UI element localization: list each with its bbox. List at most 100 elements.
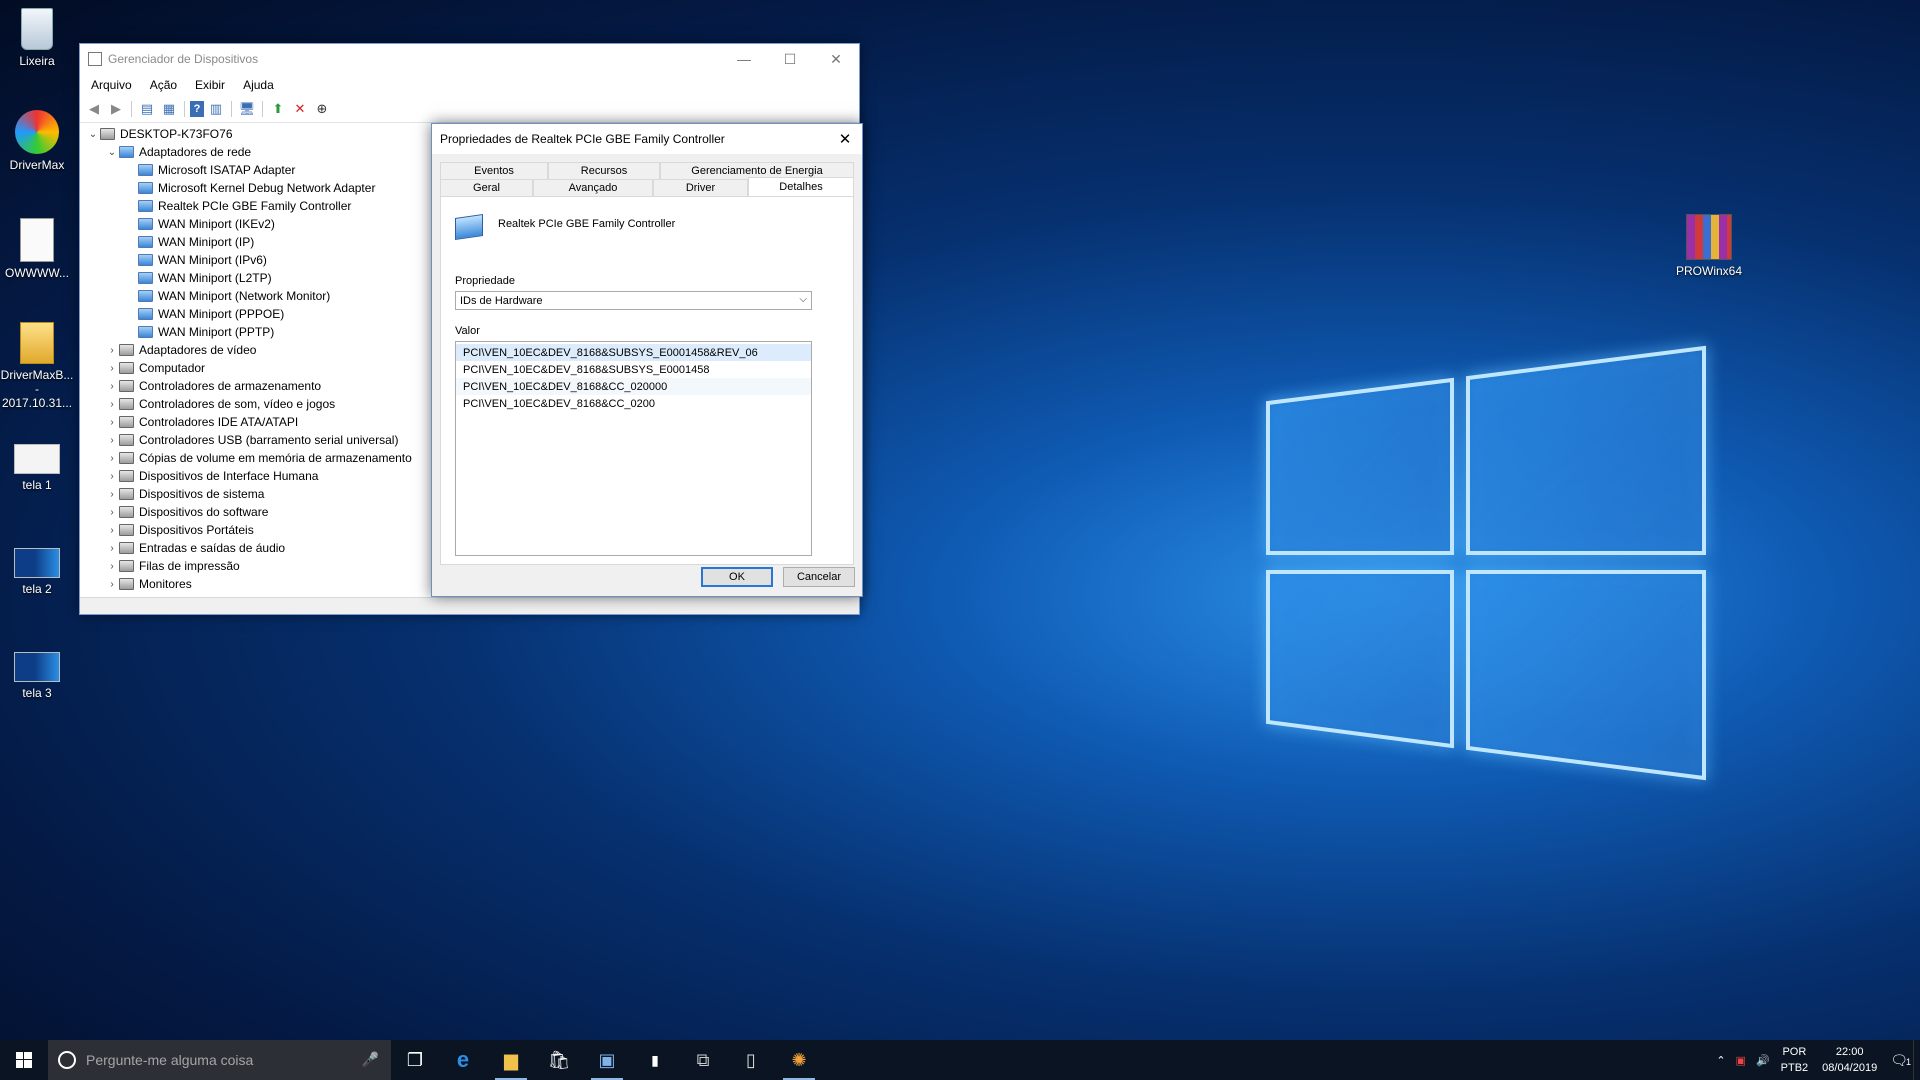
chevron-right-icon[interactable]: › bbox=[105, 435, 119, 446]
device-category-icon bbox=[119, 578, 134, 590]
command-prompt-icon[interactable]: ▮ bbox=[631, 1040, 679, 1080]
update-driver-icon[interactable]: ⬆ bbox=[268, 99, 288, 119]
status-bar bbox=[80, 597, 859, 614]
desktop-icon-drivermax-backup[interactable]: DriverMaxB... - 2017.10.31... bbox=[0, 322, 74, 410]
device-category-icon bbox=[119, 470, 134, 482]
action-pane-icon[interactable]: ▥ bbox=[206, 99, 226, 119]
document-icon bbox=[20, 218, 54, 262]
clock[interactable]: 22:00 08/04/2019 bbox=[1814, 1044, 1885, 1076]
network-adapter-icon bbox=[138, 164, 153, 176]
chevron-right-icon[interactable]: › bbox=[105, 399, 119, 410]
network-app-icon[interactable]: ⧉ bbox=[679, 1040, 727, 1080]
device-category-icon bbox=[119, 416, 134, 428]
image-icon bbox=[14, 548, 60, 578]
menu-arquivo[interactable]: Arquivo bbox=[82, 78, 141, 92]
chevron-right-icon[interactable]: › bbox=[105, 525, 119, 536]
network-adapter-icon bbox=[119, 146, 134, 158]
tab-recursos[interactable]: Recursos bbox=[548, 162, 660, 179]
maximize-button[interactable]: ☐ bbox=[767, 44, 813, 74]
value-label: Valor bbox=[455, 325, 480, 337]
menu-acao[interactable]: Ação bbox=[141, 78, 186, 92]
network-error-icon[interactable]: ▣ bbox=[1731, 1054, 1751, 1067]
network-adapter-icon bbox=[138, 218, 153, 230]
desktop-icon-recycle-bin[interactable]: Lixeira bbox=[0, 8, 74, 68]
chevron-right-icon[interactable]: › bbox=[105, 507, 119, 518]
property-label: Propriedade bbox=[455, 275, 515, 287]
chevron-right-icon[interactable]: › bbox=[105, 381, 119, 392]
desktop-icon-prowinx64[interactable]: PROWinx64 bbox=[1672, 214, 1746, 278]
task-view-icon[interactable]: ❐ bbox=[391, 1040, 439, 1080]
desktop-icon-tela-1[interactable]: tela 1 bbox=[0, 438, 74, 492]
recycle-bin-icon bbox=[21, 8, 53, 50]
start-button[interactable] bbox=[0, 1040, 48, 1080]
chevron-right-icon[interactable]: › bbox=[105, 489, 119, 500]
minimize-button[interactable]: — bbox=[721, 44, 767, 74]
help-icon[interactable]: ? bbox=[190, 101, 204, 117]
microphone-icon[interactable]: 🎤 bbox=[362, 1051, 379, 1068]
ok-button[interactable]: OK bbox=[701, 567, 773, 587]
tab-avancado[interactable]: Avançado bbox=[533, 179, 653, 196]
chevron-right-icon[interactable]: › bbox=[105, 363, 119, 374]
close-button[interactable]: ✕ bbox=[813, 44, 859, 74]
language-indicator[interactable]: POR PTB2 bbox=[1775, 1044, 1815, 1076]
tab-detalhes[interactable]: Detalhes bbox=[748, 177, 854, 196]
clock-date: 08/04/2019 bbox=[1822, 1062, 1878, 1074]
edge-browser-icon[interactable]: e bbox=[439, 1040, 487, 1080]
toolbar: ◀ ▶ ▤ ▦ ? ▥ 🖥 ⬆ ✕ ⊕ bbox=[80, 96, 859, 123]
chevron-down-icon[interactable]: ⌄ bbox=[86, 129, 100, 140]
device-manager-app-icon bbox=[88, 52, 102, 66]
device-category-icon bbox=[119, 524, 134, 536]
chevron-right-icon[interactable]: › bbox=[105, 543, 119, 554]
chevron-up-icon[interactable]: ⌃ bbox=[1711, 1054, 1730, 1067]
cancel-button[interactable]: Cancelar bbox=[783, 567, 855, 587]
properties-icon[interactable]: ▦ bbox=[159, 99, 179, 119]
chevron-right-icon[interactable]: › bbox=[105, 579, 119, 590]
search-box[interactable]: Pergunte-me alguma coisa 🎤 bbox=[48, 1040, 391, 1080]
device-category-icon bbox=[119, 434, 134, 446]
device-manager-taskbar-icon[interactable]: ▣ bbox=[583, 1040, 631, 1080]
menu-ajuda[interactable]: Ajuda bbox=[234, 78, 283, 92]
chevron-down-icon[interactable]: ⌄ bbox=[105, 147, 119, 158]
desktop-icon-tela-3[interactable]: tela 3 bbox=[0, 646, 74, 700]
back-arrow-icon[interactable]: ◀ bbox=[84, 99, 104, 119]
installer-icon[interactable]: ▯ bbox=[727, 1040, 775, 1080]
property-select[interactable]: IDs de Hardware ⌵ bbox=[455, 291, 812, 310]
chevron-right-icon[interactable]: › bbox=[105, 453, 119, 464]
value-list[interactable]: PCI\VEN_10EC&DEV_8168&SUBSYS_E0001458&RE… bbox=[455, 341, 812, 556]
show-desktop-button[interactable] bbox=[1913, 1040, 1920, 1080]
value-item[interactable]: PCI\VEN_10EC&DEV_8168&SUBSYS_E0001458&RE… bbox=[456, 344, 811, 361]
chevron-right-icon[interactable]: › bbox=[105, 345, 119, 356]
uninstall-device-icon[interactable]: ✕ bbox=[290, 99, 310, 119]
value-item[interactable]: PCI\VEN_10EC&DEV_8168&SUBSYS_E0001458 bbox=[456, 361, 811, 378]
device-category-icon bbox=[119, 380, 134, 392]
scan-hardware-icon[interactable]: 🖥 bbox=[237, 99, 257, 119]
value-item[interactable]: PCI\VEN_10EC&DEV_8168&CC_0200 bbox=[456, 395, 811, 412]
dialog-close-button[interactable]: ✕ bbox=[828, 124, 862, 154]
desktop-icon-tela-2[interactable]: tela 2 bbox=[0, 542, 74, 596]
tab-geral[interactable]: Geral bbox=[440, 179, 533, 196]
cortana-icon bbox=[58, 1051, 76, 1069]
network-adapter-icon bbox=[138, 326, 153, 338]
desktop-icon-drivermax[interactable]: DriverMax bbox=[0, 110, 74, 172]
tab-eventos[interactable]: Eventos bbox=[440, 162, 548, 179]
chevron-right-icon[interactable]: › bbox=[105, 561, 119, 572]
show-hide-console-tree-icon[interactable]: ▤ bbox=[137, 99, 157, 119]
value-item[interactable]: PCI\VEN_10EC&DEV_8168&CC_020000 bbox=[456, 378, 811, 395]
forward-arrow-icon[interactable]: ▶ bbox=[106, 99, 126, 119]
action-center-icon[interactable]: 🗨 1 bbox=[1885, 1052, 1913, 1069]
store-icon[interactable]: 🛍 bbox=[535, 1040, 583, 1080]
window-title: Gerenciador de Dispositivos bbox=[108, 52, 259, 66]
desktop-icon-owwww[interactable]: OWWWW... bbox=[0, 218, 74, 280]
enable-device-icon[interactable]: ⊕ bbox=[312, 99, 332, 119]
drivermax-taskbar-icon[interactable]: ✺ bbox=[775, 1040, 823, 1080]
device-category-icon bbox=[119, 506, 134, 518]
chevron-right-icon[interactable]: › bbox=[105, 471, 119, 482]
volume-icon[interactable]: 🔊 bbox=[1751, 1054, 1775, 1067]
tab-driver[interactable]: Driver bbox=[653, 179, 748, 196]
keyboard-layout: PTB2 bbox=[1780, 1062, 1809, 1074]
file-explorer-icon[interactable]: ▆ bbox=[487, 1040, 535, 1080]
chevron-down-icon: ⌵ bbox=[799, 294, 807, 305]
chevron-right-icon[interactable]: › bbox=[105, 417, 119, 428]
network-adapter-icon bbox=[138, 236, 153, 248]
menu-exibir[interactable]: Exibir bbox=[186, 78, 234, 92]
